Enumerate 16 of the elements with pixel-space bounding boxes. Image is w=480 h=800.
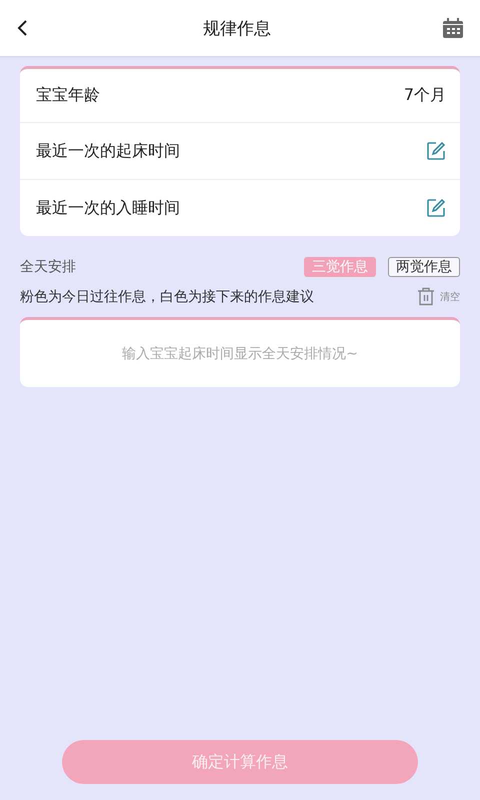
- section-title: 全天安排: [20, 258, 76, 276]
- row-label: 最近一次的入睡时间: [36, 198, 180, 218]
- trash-icon[interactable]: [417, 287, 435, 306]
- edit-icon[interactable]: [426, 198, 446, 218]
- row-label: 宝宝年龄: [36, 85, 100, 106]
- confirm-button[interactable]: 确定计算作息: [62, 740, 418, 784]
- mode-tab[interactable]: 三觉作息: [304, 257, 376, 277]
- legend-text: 粉色为今日过往作息，白色为接下来的作息建议: [20, 288, 314, 306]
- row-label: 最近一次的起床时间: [36, 140, 180, 162]
- age-value: 7个月: [404, 85, 446, 106]
- calendar-icon[interactable]: [442, 17, 464, 39]
- mode-tab[interactable]: 两觉作息: [388, 257, 460, 277]
- clear-button[interactable]: 清空: [440, 290, 460, 304]
- page-title: 规律作息: [203, 18, 271, 40]
- empty-message: 输入宝宝起床时间显示全天安排情况~: [122, 344, 358, 362]
- edit-icon[interactable]: [426, 141, 446, 161]
